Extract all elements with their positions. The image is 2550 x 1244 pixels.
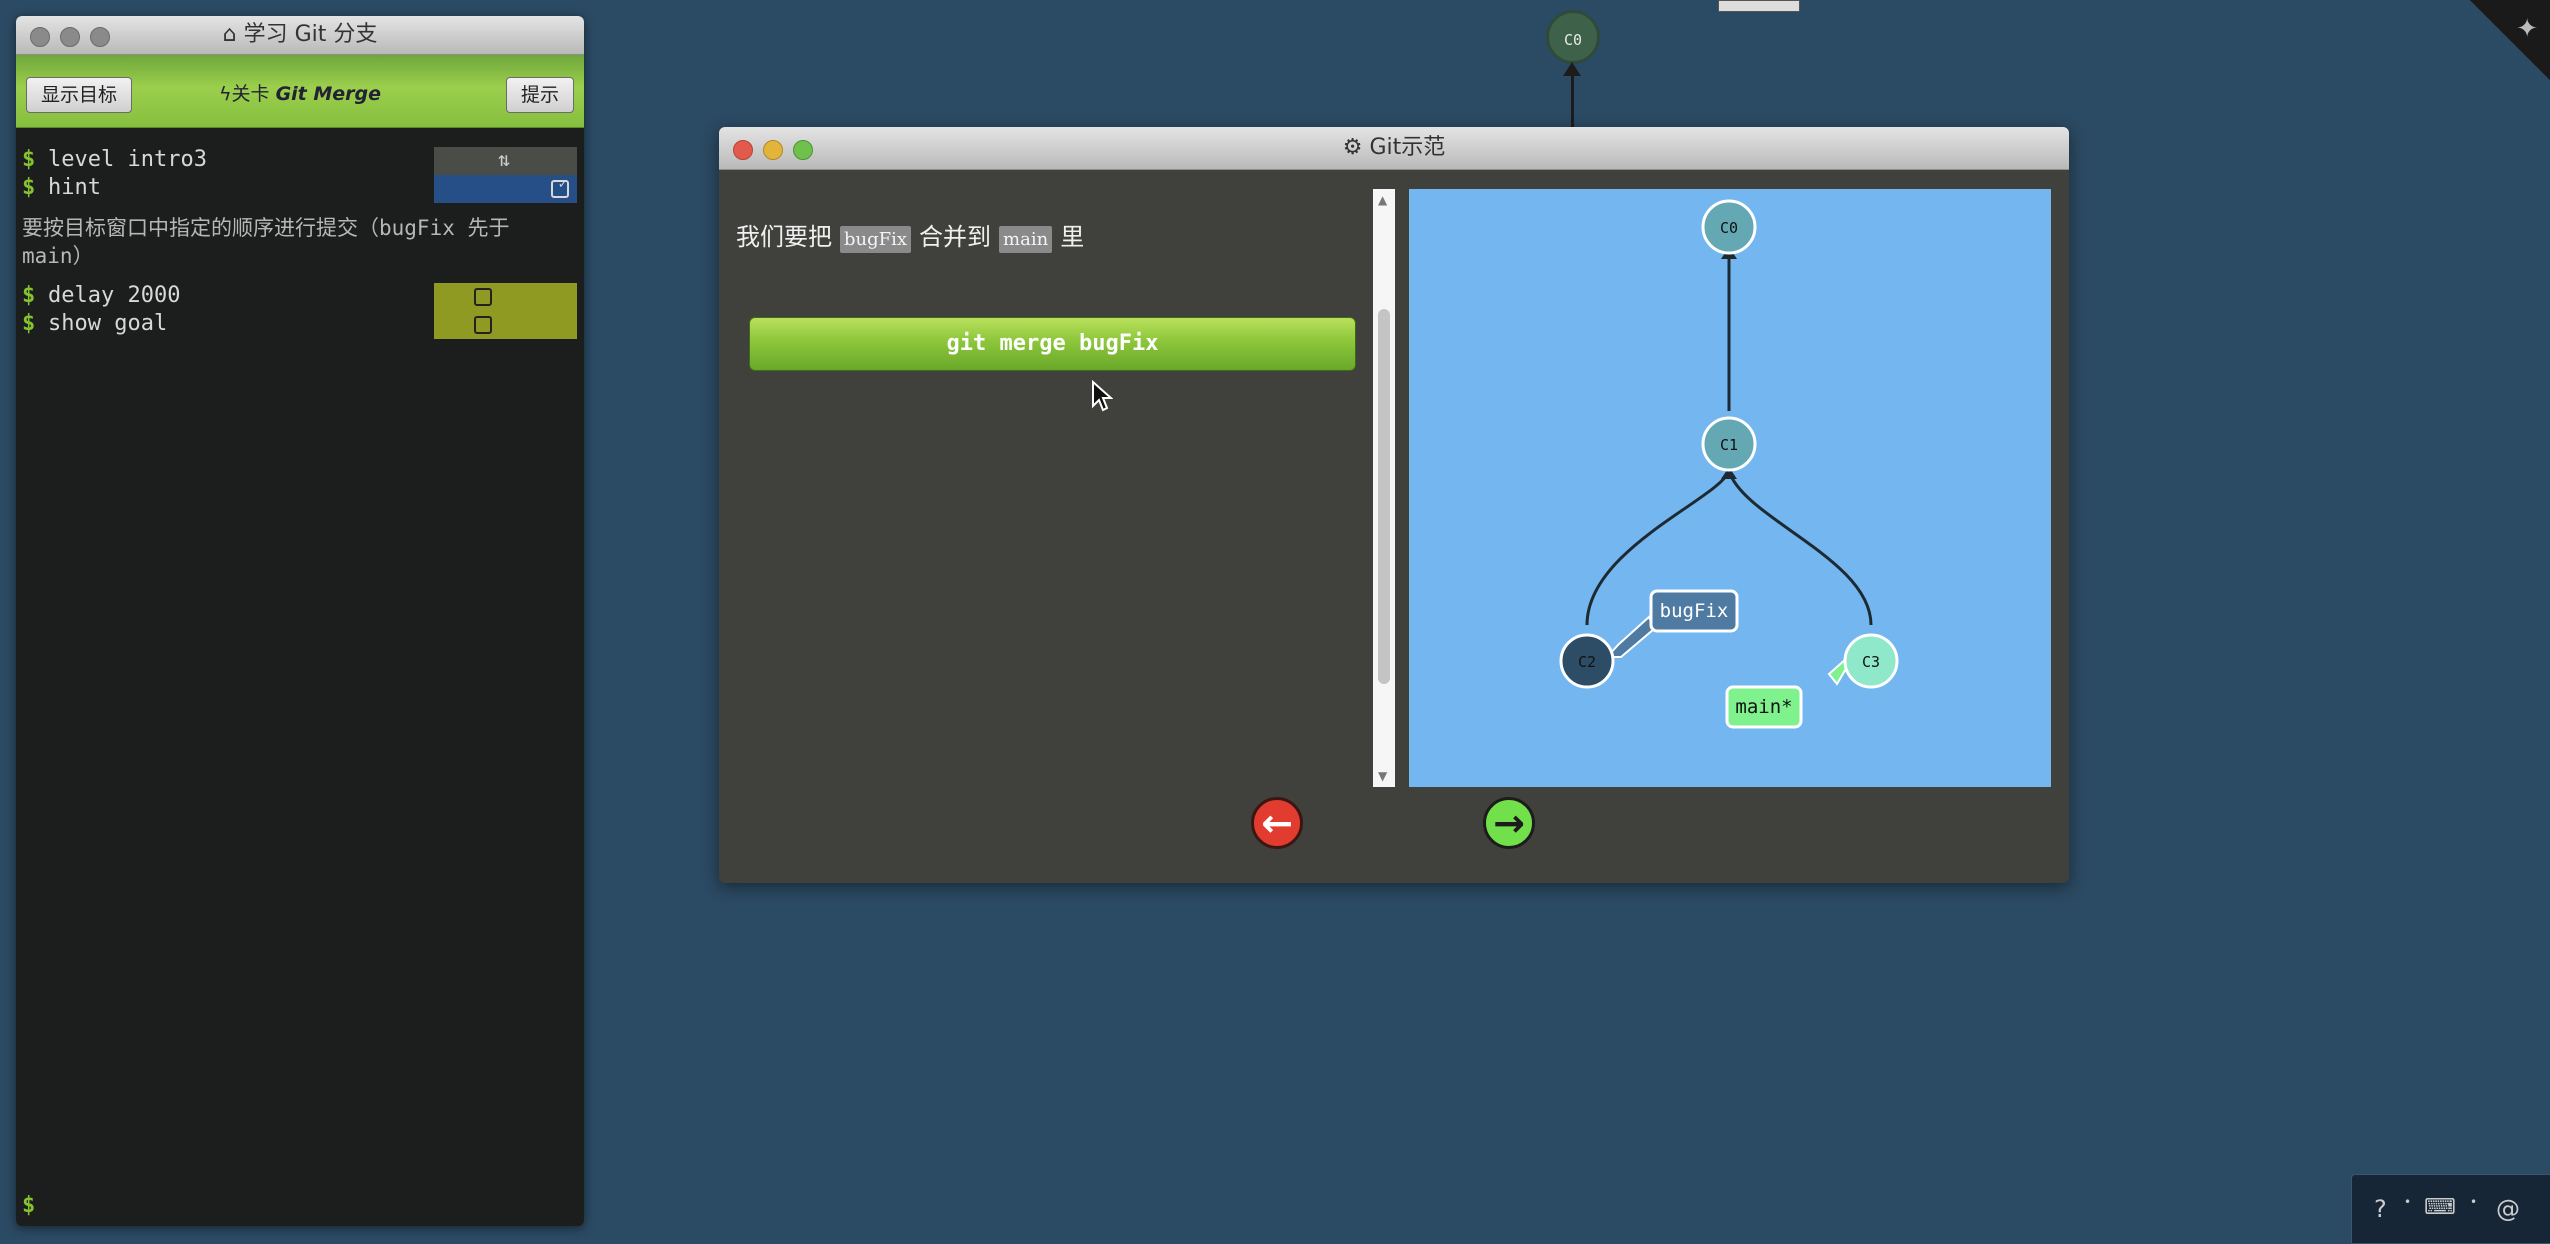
- gear-icon: ⚙: [1342, 135, 1363, 160]
- git-visualization: C0 C1 C2 C3 bugFix main*: [1409, 189, 2051, 787]
- run-command-button[interactable]: git merge bugFix: [749, 317, 1356, 371]
- terminal-title: ⌂ 学习 Git 分支: [222, 22, 378, 47]
- edge-c3-c1: [1727, 470, 1873, 626]
- commit-label-c2: C2: [1578, 653, 1596, 671]
- scroll-up-icon[interactable]: ▲: [1378, 193, 1387, 207]
- background-edge: [1571, 68, 1574, 128]
- threads-icon[interactable]: @: [2496, 1195, 2520, 1223]
- scroll-down-icon[interactable]: ▼: [1378, 769, 1387, 783]
- refresh-icon: ⇅: [498, 147, 511, 171]
- terminal-titlebar: ⌂ 学习 Git 分支: [16, 16, 584, 55]
- background-branch-label: [1718, 0, 1800, 12]
- command-status: ✓: [434, 175, 577, 203]
- arrow-right-icon: →: [1493, 801, 1525, 845]
- command-row: $ hint ✓: [16, 175, 584, 203]
- commit-label-c0: C0: [1720, 219, 1738, 237]
- bugfix-pointer-arrow: [1604, 615, 1656, 658]
- previous-step-button[interactable]: ←: [1251, 797, 1303, 849]
- command-row: $ delay 2000: [16, 283, 584, 311]
- checkmark-icon: ✓: [558, 176, 567, 192]
- corner-ribbon[interactable]: [2470, 0, 2550, 80]
- terminal-window: ⌂ 学习 Git 分支 显示目标 ϟ关卡 Git Merge 提示 $ leve…: [16, 16, 584, 1226]
- code-tag-bugfix: bugFix: [840, 226, 912, 253]
- demo-explanation: 我们要把 bugFix 合并到 main 里: [736, 223, 1085, 253]
- pending-box-icon: [474, 288, 492, 306]
- arrow-left-icon: ←: [1261, 801, 1293, 845]
- commit-graph: C0 C1 C2 C3 bugFix main*: [1559, 199, 1899, 729]
- commit-label-c1: C1: [1720, 436, 1738, 454]
- language-icon[interactable]: ⌨: [2424, 1195, 2456, 1220]
- home-icon: ⌂: [222, 22, 237, 47]
- command-status: [434, 311, 577, 339]
- demo-title: ⚙ Git示范: [1342, 135, 1446, 160]
- lightning-icon: ϟ: [218, 83, 232, 105]
- mouse-cursor-icon: [1092, 380, 1113, 412]
- level-title: ϟ关卡 Git Merge: [218, 83, 382, 105]
- code-tag-main: main: [999, 226, 1053, 253]
- separator-dot-icon: •: [2404, 1195, 2412, 1209]
- separator-dot-icon: •: [2470, 1195, 2478, 1209]
- explanation-scrollbar[interactable]: ▲ ▼: [1373, 189, 1395, 787]
- command-status: [434, 283, 577, 311]
- scrollbar-thumb[interactable]: [1378, 309, 1390, 684]
- git-demo-window: ⚙ Git示范 我们要把 bugFix 合并到 main 里 git merge bug…: [719, 127, 2069, 883]
- level-toolbar: 显示目标 ϟ关卡 Git Merge 提示: [16, 55, 584, 128]
- hint-button[interactable]: 提示: [505, 77, 574, 113]
- command-row: $ level intro3 ⇅: [16, 147, 584, 175]
- command-row: $ show goal: [16, 311, 584, 339]
- helper-bar: ? • ⌨ • @: [2351, 1174, 2550, 1244]
- command-status: ⇅: [434, 147, 577, 175]
- commit-label-c3: C3: [1862, 653, 1880, 671]
- help-icon[interactable]: ?: [2374, 1195, 2387, 1223]
- branch-label-main: main*: [1735, 696, 1792, 718]
- pending-box-icon: [474, 316, 492, 334]
- next-step-button[interactable]: →: [1483, 797, 1535, 849]
- command-prompt[interactable]: $: [22, 1193, 35, 1218]
- background-commit-node: C0: [1546, 10, 1600, 64]
- demo-titlebar: ⚙ Git示范: [719, 127, 2069, 170]
- branch-label-bugfix: bugFix: [1660, 600, 1729, 622]
- puzzle-icon: ✦: [2516, 14, 2538, 44]
- hint-output: 要按目标窗口中指定的顺序进行提交（bugFix 先于 main）: [22, 216, 510, 268]
